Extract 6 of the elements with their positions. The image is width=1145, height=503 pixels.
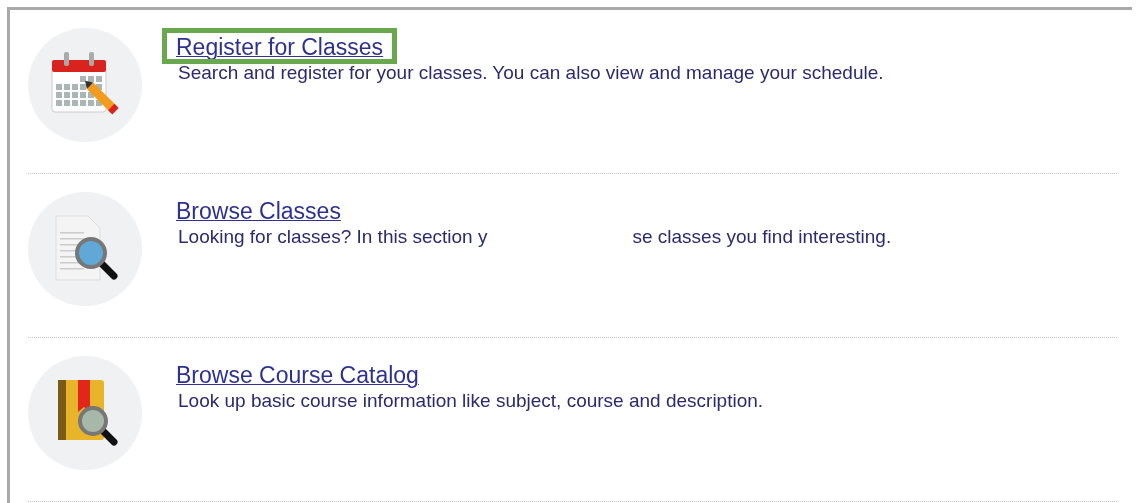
description-text: Search and register for your classes. You can also view and manage your schedule. xyxy=(178,62,884,84)
section-link[interactable]: Browse Course Catalog xyxy=(166,360,429,388)
description-text: se classes you find interesting. xyxy=(632,226,892,248)
description-text: Look up basic course information like subject, course and description. xyxy=(178,390,764,412)
description-text: Looking for classes? In this section y xyxy=(178,226,488,248)
section-link[interactable]: Browse Classes xyxy=(166,196,351,224)
